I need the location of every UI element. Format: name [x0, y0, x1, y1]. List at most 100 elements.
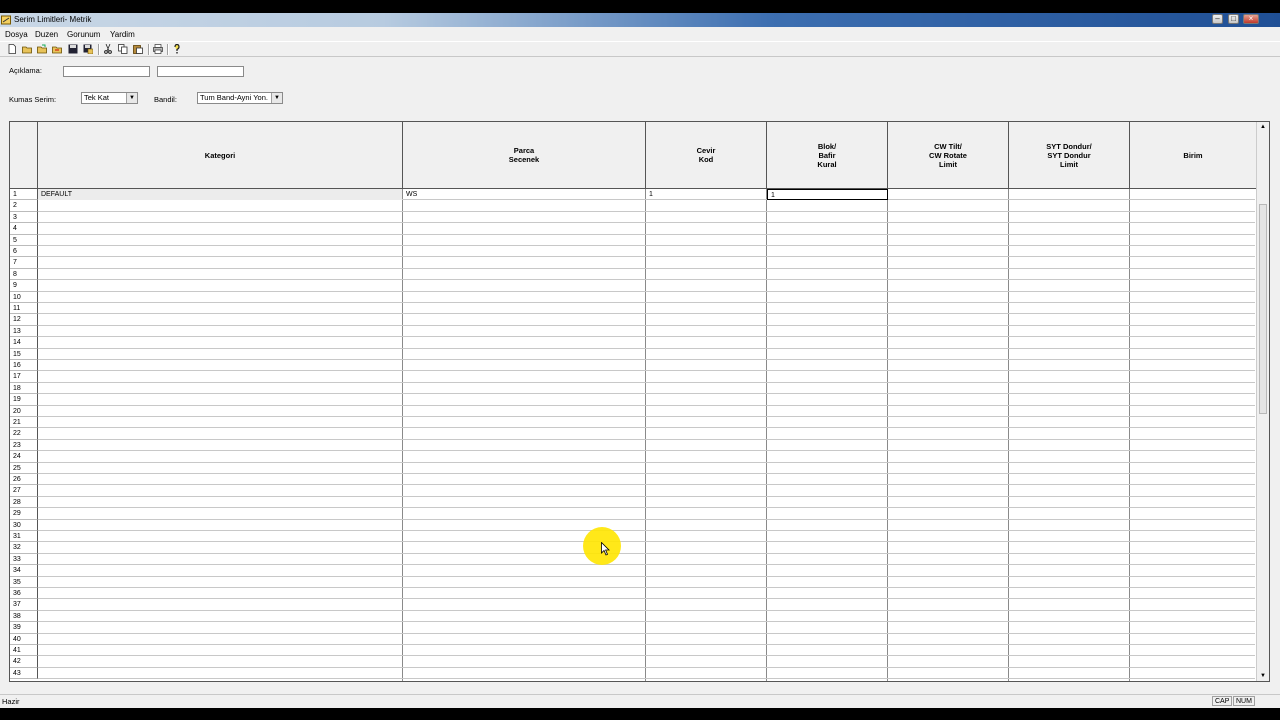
column-header-parca-secenek[interactable]: Parca Secenek	[403, 122, 646, 189]
scroll-up-icon[interactable]: ▲	[1257, 122, 1269, 132]
row-divider	[38, 530, 1255, 531]
row-header[interactable]: 20	[10, 405, 38, 417]
row-header[interactable]: 22	[10, 428, 38, 440]
open-icon[interactable]	[22, 44, 32, 54]
minimize-button[interactable]: –	[1212, 14, 1223, 24]
row-header[interactable]: 33	[10, 553, 38, 566]
save-icon[interactable]	[68, 44, 78, 54]
aciklama-input-2[interactable]	[157, 66, 244, 77]
row-header[interactable]: 36	[10, 588, 38, 600]
kumas-serim-select[interactable]: Tek Kat ▼	[81, 92, 138, 104]
row-divider	[38, 404, 1255, 406]
row-header[interactable]: 5	[10, 234, 38, 246]
cap-indicator: CAP	[1212, 696, 1233, 706]
column-header-birim[interactable]: Birim	[1130, 122, 1257, 189]
row-header[interactable]: 37	[10, 599, 38, 611]
row-header[interactable]: 27	[10, 485, 38, 497]
help-icon[interactable]	[172, 44, 182, 54]
row-header[interactable]: 13	[10, 325, 38, 338]
row-header[interactable]: 6	[10, 246, 38, 258]
print-icon[interactable]	[153, 44, 163, 54]
row-header[interactable]: 14	[10, 337, 38, 349]
row-divider	[38, 461, 1255, 463]
row-header[interactable]: 28	[10, 496, 38, 509]
row-divider	[38, 302, 1255, 303]
row-header[interactable]: 1	[10, 189, 38, 201]
menu-gorunum[interactable]: Gorunum	[67, 30, 100, 39]
scroll-down-icon[interactable]: ▼	[1257, 671, 1269, 681]
row-header[interactable]: 26	[10, 474, 38, 486]
row-divider	[38, 370, 1255, 372]
cell-cevir-kod[interactable]: 1	[646, 189, 766, 200]
paste-icon[interactable]	[133, 44, 143, 54]
column-divider	[402, 189, 403, 681]
vertical-scrollbar[interactable]: ▲ ▼	[1256, 122, 1269, 681]
new-icon[interactable]	[7, 44, 17, 54]
bandil-select[interactable]: Tum Band-Ayni Yon. ▼	[197, 92, 283, 104]
row-header[interactable]: 10	[10, 291, 38, 303]
close-button[interactable]: ×	[1243, 14, 1259, 24]
menu-dosya[interactable]: Dosya	[5, 30, 28, 39]
save-as-icon[interactable]	[83, 44, 93, 54]
row-header[interactable]: 31	[10, 531, 38, 543]
row-header[interactable]: 18	[10, 382, 38, 395]
chevron-down-icon[interactable]: ▼	[271, 93, 282, 103]
scroll-thumb[interactable]	[1259, 204, 1267, 414]
row-header[interactable]: 21	[10, 417, 38, 429]
aciklama-input-1[interactable]	[63, 66, 150, 77]
open-folder-icon[interactable]	[37, 44, 47, 54]
grid-corner[interactable]	[10, 122, 38, 189]
row-header[interactable]: 30	[10, 519, 38, 531]
row-header[interactable]: 16	[10, 360, 38, 372]
row-divider	[38, 495, 1255, 497]
data-grid[interactable]: Kategori Parca Secenek Cevir Kod Blok/ B…	[9, 121, 1270, 682]
column-header-blok-bafir-kural[interactable]: Blok/ Bafir Kural	[767, 122, 888, 189]
row-header[interactable]: 32	[10, 542, 38, 554]
status-bar: Hazir CAP NUM	[0, 694, 1280, 708]
column-header-syt-dondur[interactable]: SYT Dondur/ SYT Dondur Limit	[1009, 122, 1130, 189]
row-header[interactable]: 29	[10, 508, 38, 520]
cell-kategori[interactable]: DEFAULT	[38, 189, 402, 201]
row-header[interactable]: 12	[10, 314, 38, 326]
cell-parca-secenek[interactable]: WS	[403, 189, 645, 200]
row-header[interactable]: 11	[10, 303, 38, 315]
row-header[interactable]: 24	[10, 451, 38, 463]
row-header[interactable]: 25	[10, 462, 38, 474]
row-header[interactable]: 40	[10, 633, 38, 645]
cell-blok-bafir-kural-selected[interactable]: 1	[767, 189, 888, 201]
column-header-kategori[interactable]: Kategori	[38, 122, 403, 189]
row-header[interactable]: 7	[10, 257, 38, 269]
row-header[interactable]: 15	[10, 348, 38, 360]
row-header[interactable]: 17	[10, 371, 38, 383]
row-header[interactable]: 9	[10, 280, 38, 292]
row-header[interactable]: 43	[10, 667, 38, 680]
row-divider	[38, 609, 1255, 611]
row-header[interactable]: 3	[10, 211, 38, 224]
row-header[interactable]: 8	[10, 268, 38, 281]
column-divider	[887, 189, 888, 681]
row-header[interactable]: 35	[10, 576, 38, 588]
row-header[interactable]: 2	[10, 200, 38, 212]
column-header-cw-tilt[interactable]: CW Tilt/ CW Rotate Limit	[888, 122, 1009, 189]
row-header[interactable]: 4	[10, 223, 38, 235]
status-text: Hazir	[2, 697, 20, 706]
row-header[interactable]: 23	[10, 439, 38, 452]
column-divider	[645, 189, 646, 681]
column-header-cevir-kod[interactable]: Cevir Kod	[646, 122, 767, 189]
copy-icon[interactable]	[118, 44, 128, 54]
import-icon[interactable]	[52, 44, 62, 54]
row-header[interactable]: 19	[10, 394, 38, 406]
column-divider	[766, 189, 767, 681]
row-header[interactable]: 34	[10, 565, 38, 577]
cut-icon[interactable]	[103, 44, 113, 54]
chevron-down-icon[interactable]: ▼	[126, 93, 137, 103]
row-header[interactable]: 38	[10, 610, 38, 623]
row-divider	[38, 290, 1255, 292]
menu-duzen[interactable]: Duzen	[35, 30, 58, 39]
row-header[interactable]: 39	[10, 622, 38, 634]
maximize-button[interactable]: □	[1228, 14, 1239, 24]
row-header[interactable]: 41	[10, 645, 38, 657]
menu-yardim[interactable]: Yardim	[110, 30, 135, 39]
kumas-serim-label: Kumas Serim:	[9, 95, 57, 104]
row-header[interactable]: 42	[10, 656, 38, 668]
